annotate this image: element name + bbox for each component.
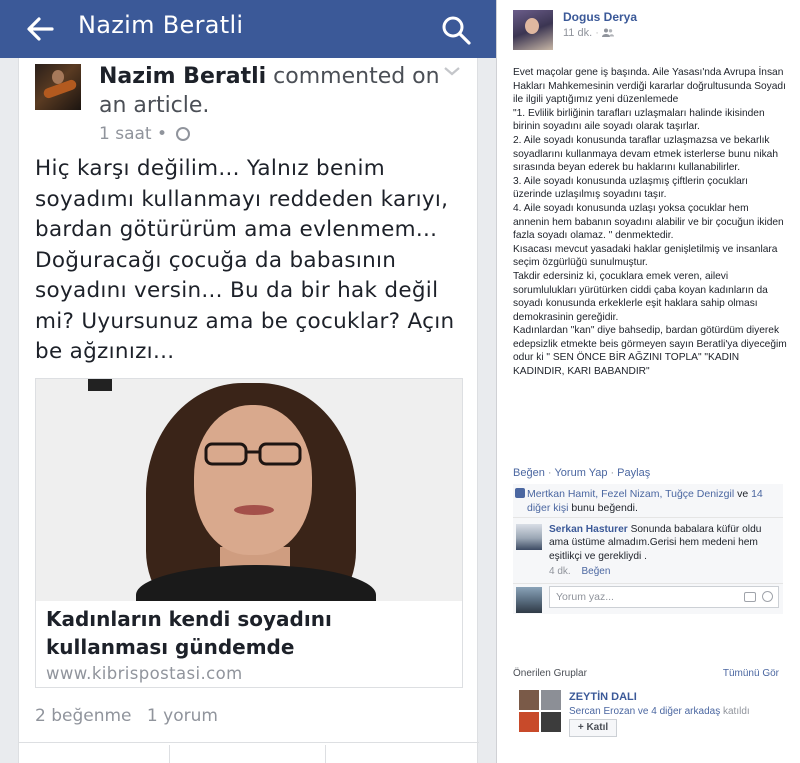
friends-icon (601, 28, 614, 37)
post-meta: 1 saat • (99, 124, 191, 144)
suggested-groups-title: Önerilen Gruplar (513, 668, 587, 679)
post-author-avatar[interactable] (513, 10, 553, 50)
camera-icon[interactable] (744, 592, 756, 602)
join-group-button[interactable]: + Katıl (569, 719, 617, 737)
author-avatar[interactable] (35, 64, 81, 110)
comment-input[interactable]: Yorum yaz... (549, 586, 779, 608)
post-paragraph: "1. Evlilik birliğinin tarafları uzlaşma… (513, 107, 765, 133)
action-bar (19, 742, 479, 763)
back-arrow-icon[interactable] (24, 14, 56, 44)
post-time[interactable]: 1 saat (99, 124, 152, 144)
mobile-screenshot: Nazim Beratli Nazim Beratli commented on… (0, 0, 496, 763)
emoji-icon[interactable] (762, 591, 773, 602)
post-author-name[interactable]: Dogus Derya (563, 10, 637, 24)
post-paragraph: Kadınlardan "kan" diye bahsedip, bardan … (513, 325, 787, 378)
post-paragraph: Takdir edersiniz ki, çocuklara emek vere… (513, 270, 768, 323)
comments-count[interactable]: 1 yorum (147, 706, 218, 726)
post-paragraph: 3. Aile soyadı konusunda uzlaşmış çiftle… (513, 175, 748, 201)
link-title[interactable]: Kadınların kendi soyadını kullanması gün… (46, 605, 456, 661)
likers-names[interactable]: Mertkan Hamit, Fezel Nizam, Tuğçe Denizg… (527, 488, 734, 500)
post-paragraph: 2. Aile soyadı konusunda taraflar uzlaşm… (513, 134, 779, 174)
likes-count[interactable]: 2 beğenme (35, 706, 132, 726)
post-paragraph: Kısacası mevcut yasadaki haklar genişlet… (513, 243, 778, 269)
share-link[interactable]: Paylaş (617, 467, 650, 479)
link-preview[interactable]: Kadınların kendi soyadını kullanması gün… (35, 378, 463, 688)
suggested-groups-header: Önerilen Gruplar Tümünü Gör (513, 668, 779, 679)
desktop-post: Dogus Derya 11 dk. · Evet maçolar gene i… (497, 0, 800, 763)
link-domain: www.kibrispostasi.com (46, 664, 243, 683)
author-name[interactable]: Nazim Beratli (99, 64, 266, 89)
write-comment: Yorum yaz... (513, 584, 783, 614)
post-reactions: 2 beğenme 1 yorum (35, 706, 228, 726)
globe-icon (176, 127, 191, 141)
group-thumbnails[interactable] (519, 690, 561, 732)
thumbs-up-icon (515, 488, 525, 498)
post-time: 11 dk. · (563, 27, 614, 39)
post-header: Nazim Beratli commented on an article. (99, 62, 459, 120)
comment-link[interactable]: Yorum Yap (554, 467, 607, 479)
post-paragraph: Evet maçolar gene iş başında. Aile Yasas… (513, 67, 786, 106)
comment-time[interactable]: 4 dk. (549, 566, 571, 577)
likes-suffix: bunu beğendi. (571, 502, 638, 514)
search-icon[interactable] (440, 14, 472, 46)
group-members: Sercan Erozan ve 4 diğer arkadaş katıldı (569, 706, 750, 717)
comment-item: Serkan Hasturer Sonunda babalara küfür o… (513, 518, 783, 584)
group-members-suffix: katıldı (722, 706, 750, 717)
post-card: Nazim Beratli commented on an article. 1… (18, 58, 479, 763)
post-timestamp[interactable]: 11 dk. (563, 27, 592, 39)
comment-placeholder: Yorum yaz... (556, 591, 614, 603)
article-photo (36, 379, 462, 601)
post-actions: Beğen · Yorum Yap · Paylaş (513, 467, 651, 479)
current-user-avatar (516, 587, 542, 613)
group-members-link[interactable]: Sercan Erozan ve 4 diğer arkadaş (569, 706, 720, 717)
comment-like-link[interactable]: Beğen (581, 566, 610, 577)
post-body: Evet maçolar gene iş başında. Aile Yasas… (513, 66, 787, 379)
post-text: Hiç karşı değilim... Yalnız benim soyadı… (35, 156, 455, 364)
like-link[interactable]: Beğen (513, 467, 545, 479)
see-all-link[interactable]: Tümünü Gör (723, 668, 779, 679)
likes-summary: Mertkan Hamit, Fezel Nizam, Tuğçe Denizg… (513, 484, 783, 518)
commenter-name[interactable]: Serkan Hasturer (549, 524, 628, 535)
app-bar: Nazim Beratli (0, 0, 496, 58)
app-bar-title: Nazim Beratli (78, 11, 244, 39)
likes-conjunction: ve (737, 488, 749, 500)
group-name[interactable]: ZEYTİN DALI (569, 691, 637, 703)
post-paragraph: 4. Aile soyadı konusunda uzlaşı yoksa ço… (513, 202, 784, 242)
chevron-down-icon[interactable] (443, 66, 461, 76)
commenter-avatar[interactable] (516, 524, 542, 550)
